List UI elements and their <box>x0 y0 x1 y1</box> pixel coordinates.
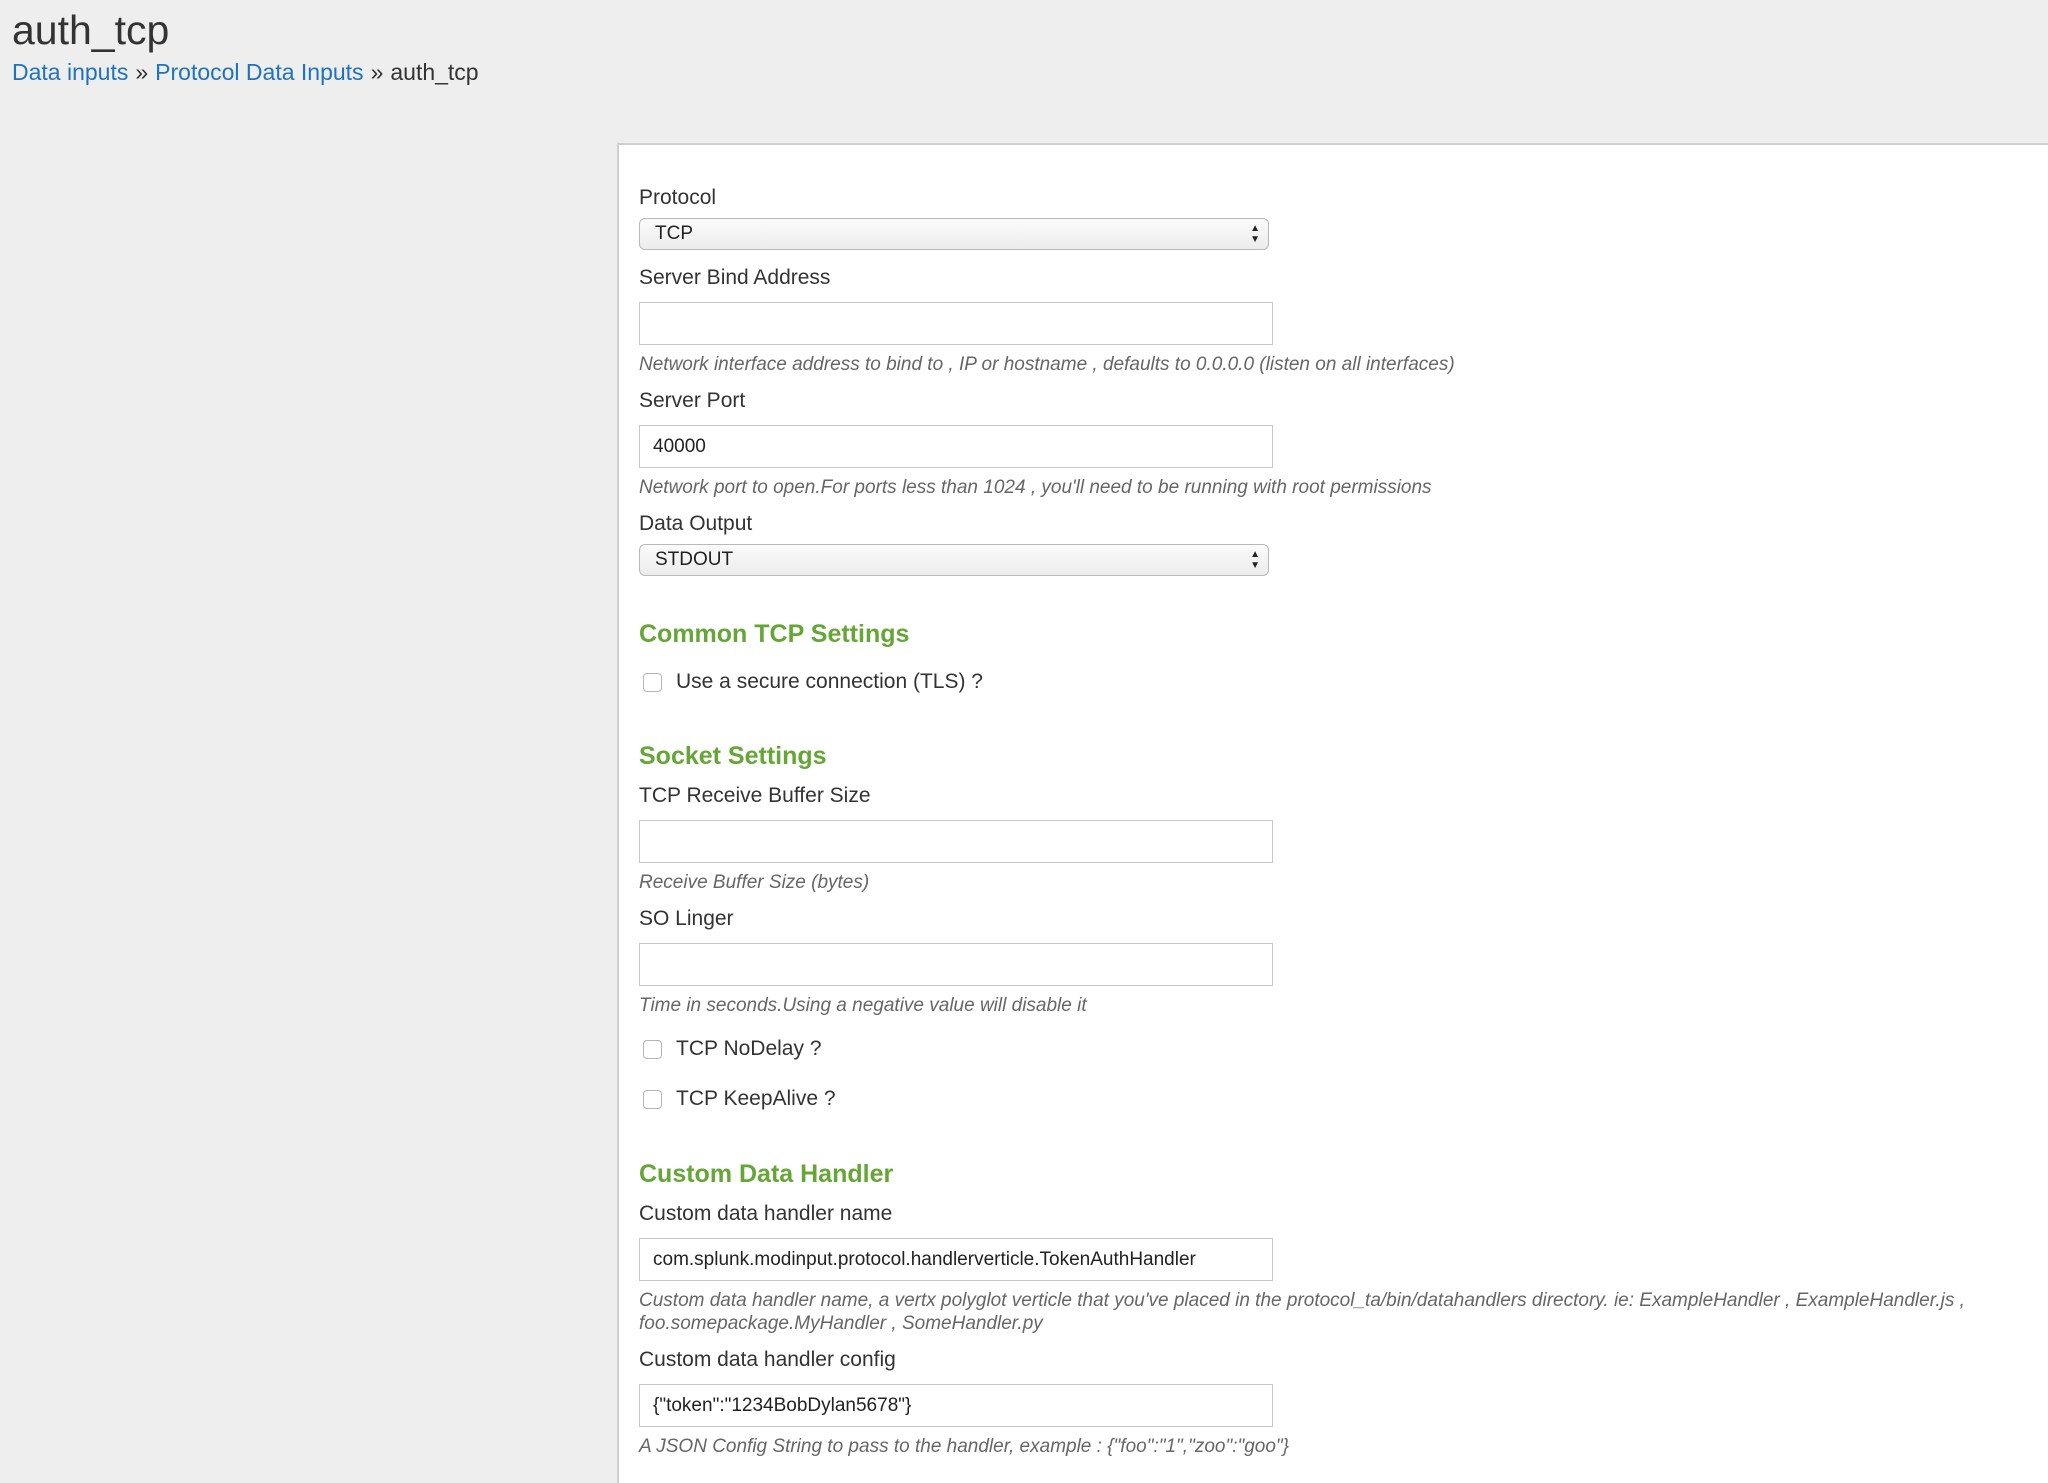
page-title: auth_tcp <box>12 7 170 53</box>
tls-option[interactable]: Use a secure connection (TLS) ? <box>639 669 983 695</box>
breadcrumb-separator: » <box>370 59 384 85</box>
breadcrumb-current: auth_tcp <box>390 59 479 85</box>
common-tcp-settings-header: Common TCP Settings <box>639 620 910 648</box>
handler-config-input[interactable]: {"token":"1234BobDylan5678"} <box>639 1384 1273 1427</box>
breadcrumb-data-inputs[interactable]: Data inputs <box>12 59 128 85</box>
bind-address-input[interactable] <box>639 302 1273 345</box>
bind-address-help: Network interface address to bind to , I… <box>639 354 1455 375</box>
protocol-label: Protocol <box>639 186 717 209</box>
handler-name-label: Custom data handler name <box>639 1202 893 1225</box>
socket-settings-header: Socket Settings <box>639 742 827 770</box>
tcp-keepalive-label[interactable]: TCP KeepAlive ? <box>676 1086 836 1112</box>
so-linger-label: SO Linger <box>639 907 734 930</box>
handler-config-label: Custom data handler config <box>639 1348 896 1371</box>
tls-checkbox[interactable] <box>643 672 662 692</box>
data-output-select[interactable]: STDOUT ▲ ▼ <box>639 544 1269 576</box>
rcvbuf-input[interactable] <box>639 820 1273 863</box>
breadcrumb: Data inputs» Protocol Data Inputs» auth_tc… <box>12 57 479 87</box>
up-down-arrows-icon: ▲ ▼ <box>1250 549 1260 571</box>
tls-checkbox-label[interactable]: Use a secure connection (TLS) ? <box>676 669 983 695</box>
form-panel: Protocol TCP ▲ ▼ Server Bind Address Netw… <box>617 143 2048 1483</box>
tcp-nodelay-label[interactable]: TCP NoDelay ? <box>676 1036 822 1062</box>
handler-name-input[interactable]: com.splunk.modinput.protocol.handlervert… <box>639 1238 1273 1281</box>
breadcrumb-protocol-data-inputs[interactable]: Protocol Data Inputs <box>155 59 363 85</box>
bind-address-label: Server Bind Address <box>639 266 831 289</box>
up-down-arrows-icon: ▲ ▼ <box>1250 223 1260 245</box>
tcp-keepalive-checkbox[interactable] <box>643 1089 662 1109</box>
server-port-label: Server Port <box>639 389 746 412</box>
handler-name-help-line1: Custom data handler name, a vertx polygl… <box>639 1290 1965 1311</box>
tcp-nodelay-checkbox[interactable] <box>643 1039 662 1059</box>
protocol-select[interactable]: TCP ▲ ▼ <box>639 218 1269 250</box>
handler-config-help: A JSON Config String to pass to the hand… <box>639 1436 1290 1457</box>
server-port-input[interactable]: 40000 <box>639 425 1273 468</box>
breadcrumb-separator: » <box>135 59 149 85</box>
rcvbuf-help: Receive Buffer Size (bytes) <box>639 872 870 893</box>
data-output-select-value: STDOUT <box>655 549 734 570</box>
custom-data-handler-header: Custom Data Handler <box>639 1160 894 1188</box>
so-linger-input[interactable] <box>639 943 1273 986</box>
tcp-nodelay-option[interactable]: TCP NoDelay ? <box>639 1036 822 1062</box>
rcvbuf-label: TCP Receive Buffer Size <box>639 784 871 807</box>
data-output-label: Data Output <box>639 512 753 535</box>
server-port-help: Network port to open.For ports less than… <box>639 477 1432 498</box>
protocol-select-value: TCP <box>655 223 693 244</box>
so-linger-help: Time in seconds.Using a negative value w… <box>639 995 1087 1016</box>
tcp-keepalive-option[interactable]: TCP KeepAlive ? <box>639 1086 836 1112</box>
handler-name-help-line2: foo.somepackage.MyHandler , SomeHandler.… <box>639 1313 1043 1334</box>
